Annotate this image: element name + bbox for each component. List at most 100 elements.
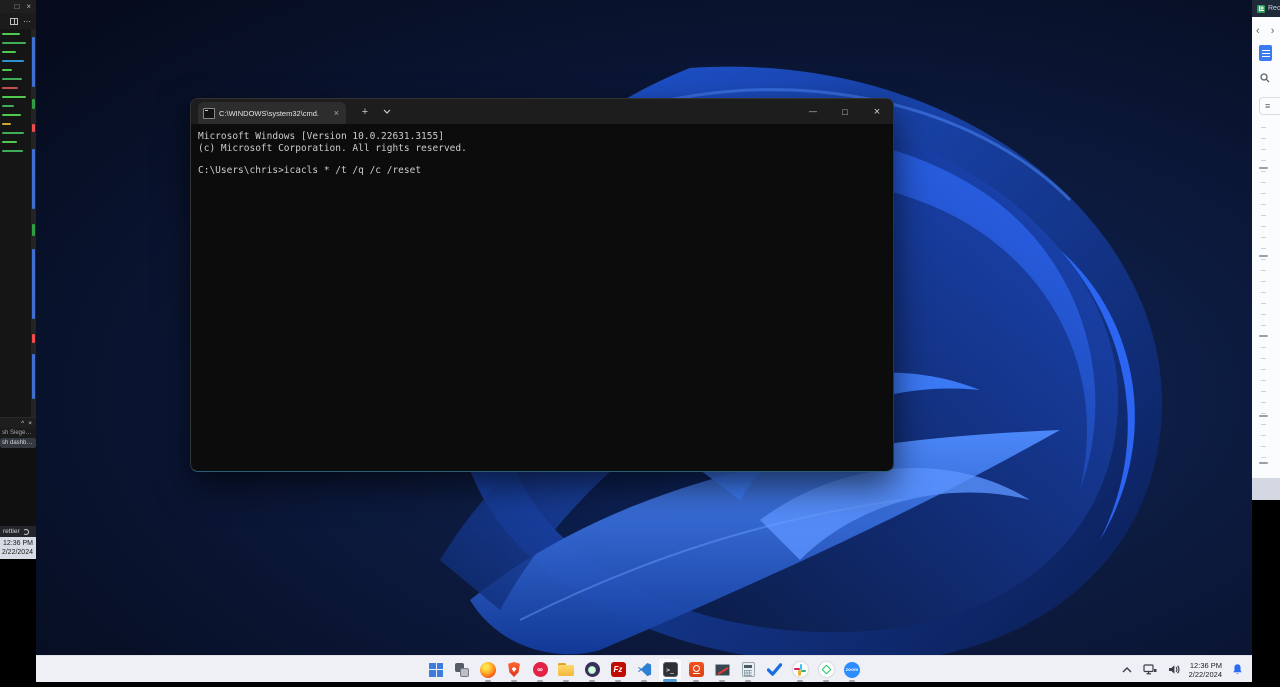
filezilla-icon: Fz	[610, 662, 626, 677]
calculator-icon	[741, 662, 755, 677]
notification-bell-icon[interactable]	[1229, 661, 1246, 678]
tray-clock[interactable]: 12:36 PM 2/22/2024	[1189, 661, 1222, 679]
tab-close-icon[interactable]: ×	[332, 108, 341, 118]
system-tray: 12:36 PM 2/22/2024	[1120, 656, 1246, 683]
prettier-label[interactable]: rettier	[3, 528, 20, 535]
taskbar-item-tor-browser[interactable]	[580, 658, 604, 682]
taskbar-item-zoom[interactable]: zoom	[840, 658, 864, 682]
taskbar-item-command-prompt[interactable]: >_	[658, 657, 682, 682]
screen-pen-app-icon	[714, 663, 730, 676]
sheet-favicon	[1257, 4, 1265, 13]
browser-tab-label: Rec	[1268, 5, 1280, 12]
tray-time: 12:36 PM	[1189, 660, 1222, 670]
terminal-line: (c) Microsoft Corporation. All rights re…	[198, 142, 467, 154]
taskbar-item-orange-app[interactable]	[684, 658, 708, 682]
taskbar-item-vscode[interactable]	[632, 658, 656, 682]
firefox-icon	[480, 661, 496, 678]
green-diamond-icon	[818, 662, 834, 677]
editor-titlebar: □ ×	[0, 0, 36, 13]
editor-scrollbar[interactable]	[31, 29, 36, 417]
google-docs-icon[interactable]	[1259, 45, 1272, 61]
new-tab-button[interactable]: +	[354, 99, 376, 124]
start-button[interactable]	[424, 658, 448, 682]
taskbar-item-filezilla[interactable]: Fz	[606, 658, 630, 682]
terminal-titlebar[interactable]: C:\WINDOWS\system32\cmd. × + — □ ×	[191, 99, 893, 124]
taskbar-item-file-explorer[interactable]	[554, 658, 578, 682]
doc-mark	[1259, 462, 1268, 464]
task-view-button[interactable]	[450, 658, 474, 682]
file-explorer-icon	[558, 663, 574, 676]
panel-collapse-icon[interactable]: ^	[21, 420, 24, 427]
terminal-tab-title: C:\WINDOWS\system32\cmd.	[219, 108, 320, 118]
editor-statusbar: rettier	[0, 526, 36, 537]
list-view-box[interactable]: ≡	[1259, 97, 1280, 115]
taskbar-item-screen-annotate[interactable]	[710, 658, 734, 682]
terminal-tab-label: sh Siege…	[2, 430, 32, 436]
editor-toolbar: ⋯	[0, 13, 36, 29]
network-icon[interactable]	[1141, 662, 1159, 677]
panel-close-icon[interactable]: ×	[28, 420, 32, 427]
taskbar-item-calculator[interactable]	[736, 658, 760, 682]
restore-icon[interactable]: □	[14, 2, 19, 11]
maximize-button[interactable]: □	[829, 99, 861, 124]
speaker-icon[interactable]	[1166, 662, 1182, 677]
search-icon[interactable]	[1260, 70, 1270, 88]
editor-code-area[interactable]	[0, 29, 36, 417]
terminal-output[interactable]: Microsoft Windows [Version 10.0.22631.31…	[191, 124, 893, 177]
doc-mark	[1259, 167, 1268, 169]
taskbar-item-slack[interactable]	[788, 658, 812, 682]
doc-mark	[1259, 415, 1268, 417]
titlebar-drag-area[interactable]	[398, 99, 797, 124]
partial-browser-window: Rec ‹ › ≡	[1252, 0, 1280, 682]
taskbar-item-green-diamond-app[interactable]	[814, 658, 838, 682]
taskbar-item-brave[interactable]	[502, 658, 526, 682]
terminal-tab-label: sh dashb…	[2, 440, 33, 446]
embedded-clock-time: 12:36 PM	[3, 540, 33, 547]
tor-browser-icon	[584, 662, 600, 677]
taskbar-item-red-app[interactable]: ∞	[528, 658, 552, 682]
partial-code-editor-window: □ × ⋯ ^ × sh Siege… sh dashb… rettier 12…	[0, 0, 36, 682]
panel-header: ^ ×	[0, 417, 36, 428]
close-icon[interactable]: ×	[26, 2, 31, 11]
split-editor-icon[interactable]	[10, 17, 18, 25]
taskbar-item-firefox[interactable]	[476, 658, 500, 682]
vscode-icon	[637, 662, 651, 677]
sync-icon	[22, 528, 29, 535]
terminal-tab[interactable]: C:\WINDOWS\system32\cmd. ×	[198, 102, 346, 124]
slack-icon	[792, 662, 808, 677]
doc-mark	[1259, 335, 1268, 337]
tray-chevron-up-icon[interactable]	[1120, 665, 1134, 675]
doc-mark	[1259, 255, 1268, 257]
terminal-tab-siege[interactable]: sh Siege…	[0, 428, 36, 438]
brave-icon	[508, 662, 520, 677]
embedded-clock: 12:36 PM 2/22/2024	[0, 537, 36, 559]
command-prompt-icon: >_	[662, 662, 678, 677]
browser-bottom-bar	[1252, 478, 1280, 500]
list-icon: ≡	[1265, 101, 1271, 111]
task-view-icon	[455, 662, 469, 677]
more-actions-icon[interactable]: ⋯	[23, 17, 31, 26]
tray-date: 2/22/2024	[1188, 669, 1222, 679]
cmd-icon	[203, 107, 215, 119]
browser-nav-arrows[interactable]: ‹ ›	[1256, 25, 1278, 37]
tab-dropdown-button[interactable]	[376, 99, 398, 124]
browser-tabbar[interactable]: Rec	[1252, 0, 1280, 17]
minimize-button[interactable]: —	[797, 99, 829, 124]
close-button[interactable]: ×	[861, 99, 893, 124]
blue-check-icon	[766, 663, 782, 676]
taskbar: ∞ Fz >_ zoom 12:36 PM 2/22/2024	[36, 655, 1252, 682]
black-fill	[1252, 500, 1280, 682]
terminal-line: Microsoft Windows [Version 10.0.22631.31…	[198, 131, 444, 142]
panel-body	[0, 448, 36, 526]
zoom-icon: zoom	[844, 661, 860, 678]
red-circle-app-icon: ∞	[532, 662, 548, 677]
embedded-clock-date: 2/22/2024	[1, 549, 33, 556]
terminal-prompt-line: C:\Users\chris>icacls * /t /q /c /reset	[198, 165, 422, 176]
taskbar-icons: ∞ Fz >_ zoom	[424, 657, 864, 682]
orange-square-app-icon	[688, 662, 704, 677]
terminal-window: C:\WINDOWS\system32\cmd. × + — □ × Micro…	[190, 98, 894, 472]
taskbar-item-blue-check-app[interactable]	[762, 658, 786, 682]
terminal-tab-dashboard[interactable]: sh dashb…	[0, 438, 36, 448]
windows-logo-icon	[429, 662, 443, 677]
